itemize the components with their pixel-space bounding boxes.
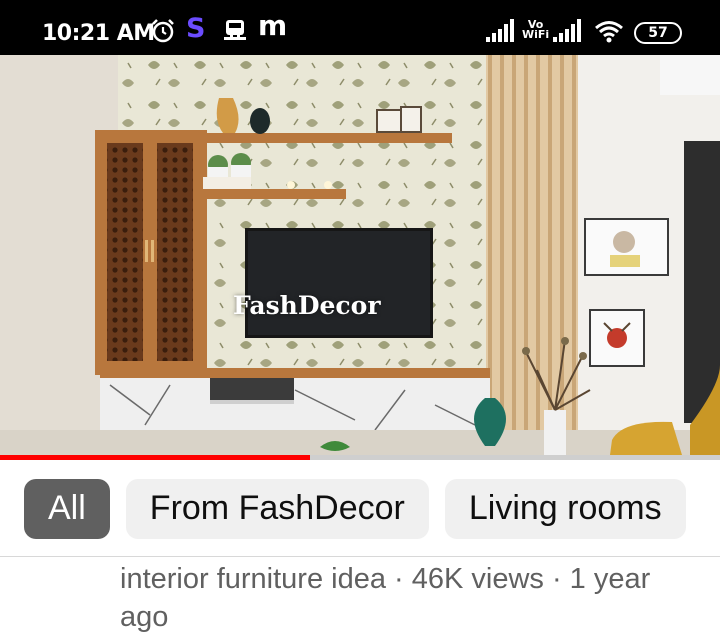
video-progress-bar[interactable] <box>0 455 720 460</box>
status-bar: 10:21 AM S m Vo WiFi 57 <box>0 0 720 55</box>
clock: 10:21 AM <box>42 21 155 46</box>
video-meta: interior furniture idea · 46K views · 1 … <box>120 563 651 633</box>
filter-chip-row: All From FashDecor Living rooms <box>0 461 720 556</box>
train-icon <box>222 18 248 44</box>
video-frame-illustration <box>0 55 720 455</box>
wifi-icon <box>594 18 624 44</box>
vowifi-icon: Vo WiFi <box>522 19 550 46</box>
cell-signal-icon <box>486 18 516 44</box>
chip-from-fashdecor[interactable]: From FashDecor <box>125 478 429 539</box>
video-player[interactable]: FashDecor <box>0 55 720 455</box>
battery-icon: 57 <box>634 22 682 44</box>
battery-level: 57 <box>648 25 668 41</box>
s-app-icon: S <box>186 12 206 44</box>
video-progress-fill <box>0 455 310 460</box>
chip-all[interactable]: All <box>24 478 110 539</box>
alarm-icon <box>150 18 176 44</box>
cell-signal-2-icon <box>553 18 583 44</box>
m-app-icon: m <box>258 8 288 42</box>
vowifi-line2: WiFi <box>522 28 550 41</box>
chip-living-rooms[interactable]: Living rooms <box>444 478 686 539</box>
channel-watermark: FashDecor <box>233 291 381 320</box>
divider <box>0 556 720 557</box>
